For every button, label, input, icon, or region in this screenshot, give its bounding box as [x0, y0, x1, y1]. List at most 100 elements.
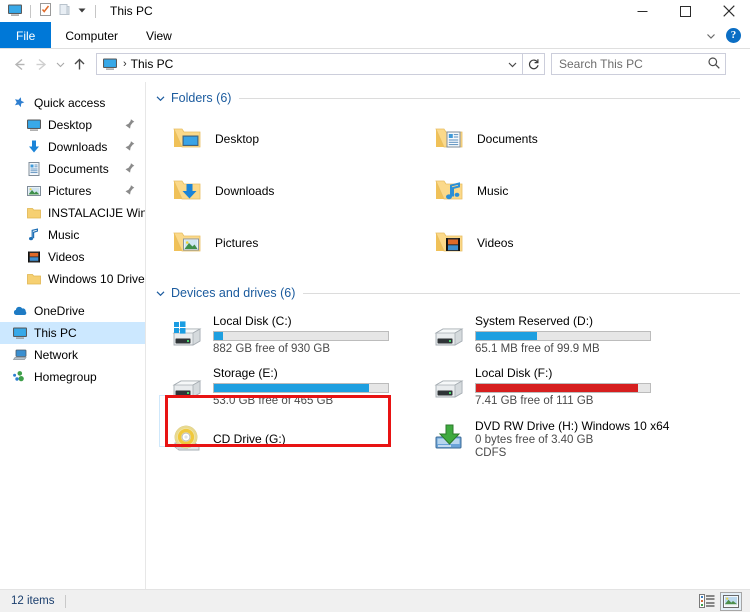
large-icons-view-button[interactable]	[720, 591, 742, 611]
navigation-pane[interactable]: Quick access Desktop Downloads Documents…	[0, 82, 146, 589]
close-icon[interactable]	[707, 0, 750, 22]
hard-drive-icon	[433, 319, 465, 351]
chevron-down-icon[interactable]	[155, 93, 166, 104]
search-icon[interactable]	[707, 56, 721, 73]
hard-drive-icon	[433, 371, 465, 403]
drive-free-space: 7.41 GB free of 111 GB	[475, 395, 594, 407]
pin-icon[interactable]	[124, 162, 136, 174]
sidebar-label: Homegroup	[34, 370, 97, 384]
network-icon	[12, 347, 28, 363]
forward-button[interactable]	[30, 52, 52, 76]
capacity-fill	[214, 332, 223, 340]
this-pc-icon	[102, 56, 118, 72]
search-placeholder: Search This PC	[559, 57, 643, 71]
group-header-devices[interactable]: Devices and drives (6)	[147, 283, 750, 303]
tile-label: Music	[477, 184, 509, 198]
folder-tile-pictures[interactable]: Pictures	[161, 217, 423, 269]
drive-info: Local Disk (F:) 7.41 GB free of 111 GB	[475, 366, 672, 408]
capacity-bar	[475, 331, 651, 341]
drive-info: Local Disk (C:) 882 GB free of 930 GB	[213, 314, 410, 356]
sidebar-label: Quick access	[34, 96, 106, 110]
sidebar-item-windows-10-drivers[interactable]: Windows 10 Drivers	[0, 268, 145, 290]
properties-icon[interactable]	[38, 2, 53, 20]
folder-documents-icon	[433, 123, 465, 155]
drive-tile-local-disk-f[interactable]: Local Disk (F:) 7.41 GB free of 111 GB	[423, 361, 685, 413]
breadcrumb[interactable]: This PC	[131, 57, 174, 71]
tab-file[interactable]: File	[0, 22, 52, 49]
sidebar-item-network[interactable]: Network	[0, 344, 145, 366]
sidebar-item-this-pc[interactable]: This PC	[0, 322, 145, 344]
new-folder-icon[interactable]	[57, 2, 72, 20]
tile-label: Documents	[477, 132, 538, 146]
customize-dropdown-icon[interactable]	[76, 4, 88, 19]
window-title: This PC	[110, 4, 153, 18]
sidebar-item-desktop[interactable]: Desktop	[0, 114, 145, 136]
sidebar-item-music[interactable]: Music	[0, 224, 145, 246]
up-button[interactable]	[68, 52, 90, 76]
toolbar-divider	[30, 4, 31, 18]
details-view-button[interactable]	[696, 592, 718, 611]
drive-tile-dvd-rw-h[interactable]: DVD RW Drive (H:) Windows 10 x64 0 bytes…	[423, 413, 685, 465]
folder-desktop-icon	[171, 123, 203, 155]
chevron-down-icon[interactable]	[155, 288, 166, 299]
folder-tile-documents[interactable]: Documents	[423, 113, 685, 165]
help-icon[interactable]: ?	[726, 28, 741, 43]
sidebar-item-downloads[interactable]: Downloads	[0, 136, 145, 158]
sidebar-item-homegroup[interactable]: Homegroup	[0, 366, 145, 388]
address-bar[interactable]: › This PC	[96, 53, 523, 75]
drive-name: System Reserved (D:)	[475, 314, 594, 328]
folder-tile-videos[interactable]: Videos	[423, 217, 685, 269]
ribbon-right-controls: ?	[705, 22, 750, 49]
address-bar-row: › This PC Search This PC	[0, 49, 750, 79]
drive-free-space: 0 bytes free of 3.40 GB	[475, 433, 594, 446]
folder-tile-desktop[interactable]: Desktop	[161, 113, 423, 165]
group-header-folders[interactable]: Folders (6)	[147, 88, 750, 108]
group-title: Folders (6)	[171, 91, 232, 105]
windows-drive-icon	[171, 319, 203, 351]
sidebar-label: This PC	[34, 326, 77, 340]
sidebar-label: Desktop	[48, 118, 93, 132]
folder-icon	[26, 205, 42, 221]
sidebar-item-instalacije-windows[interactable]: INSTALACIJE Windo	[0, 202, 145, 224]
tab-computer[interactable]: Computer	[51, 22, 132, 49]
content-pane[interactable]: Folders (6) Desktop Documents Downloads …	[147, 82, 750, 589]
group-rule	[303, 292, 740, 294]
drive-info: DVD RW Drive (H:) Windows 10 x64 0 bytes…	[475, 419, 672, 460]
capacity-bar	[213, 383, 389, 393]
sidebar-label: INSTALACIJE Windo	[48, 206, 145, 220]
tab-view[interactable]: View	[132, 22, 186, 49]
sidebar-label: OneDrive	[34, 304, 85, 318]
chevron-down-icon[interactable]	[705, 30, 717, 42]
quick-access-toolbar: This PC	[0, 0, 153, 22]
recent-locations-button[interactable]	[52, 52, 68, 76]
pin-icon[interactable]	[124, 118, 136, 130]
folder-videos-icon	[433, 227, 465, 259]
maximize-icon[interactable]	[664, 0, 707, 22]
drive-free-space: 65.1 MB free of 99.9 MB	[475, 343, 600, 355]
this-pc-icon[interactable]	[7, 2, 23, 21]
search-input[interactable]: Search This PC	[551, 53, 726, 75]
drive-tile-system-reserved-d[interactable]: System Reserved (D:) 65.1 MB free of 99.…	[423, 309, 685, 361]
window-controls	[621, 0, 750, 22]
sidebar-item-videos[interactable]: Videos	[0, 246, 145, 268]
sidebar-item-pictures[interactable]: Pictures	[0, 180, 145, 202]
onedrive-icon	[12, 303, 28, 319]
downloads-icon	[26, 139, 42, 155]
pin-icon[interactable]	[124, 184, 136, 196]
sidebar-item-documents[interactable]: Documents	[0, 158, 145, 180]
back-button[interactable]	[8, 52, 30, 76]
drive-free-space: 882 GB free of 930 GB	[213, 343, 330, 355]
sidebar-item-onedrive[interactable]: OneDrive	[0, 300, 145, 322]
drive-tile-local-disk-c[interactable]: Local Disk (C:) 882 GB free of 930 GB	[161, 309, 423, 361]
drive-name: Storage (E:)	[213, 366, 278, 380]
address-dropdown-icon[interactable]	[504, 59, 520, 70]
sidebar-item-quick-access[interactable]: Quick access	[0, 92, 145, 114]
minimize-icon[interactable]	[621, 0, 664, 22]
refresh-icon[interactable]	[523, 53, 545, 75]
pin-icon[interactable]	[124, 140, 136, 152]
folder-tile-downloads[interactable]: Downloads	[161, 165, 423, 217]
group-rule	[239, 97, 740, 99]
folder-tile-music[interactable]: Music	[423, 165, 685, 217]
file-explorer-window: This PC File Computer View ? › This PC S…	[0, 0, 750, 612]
star-pin-icon	[12, 95, 28, 111]
